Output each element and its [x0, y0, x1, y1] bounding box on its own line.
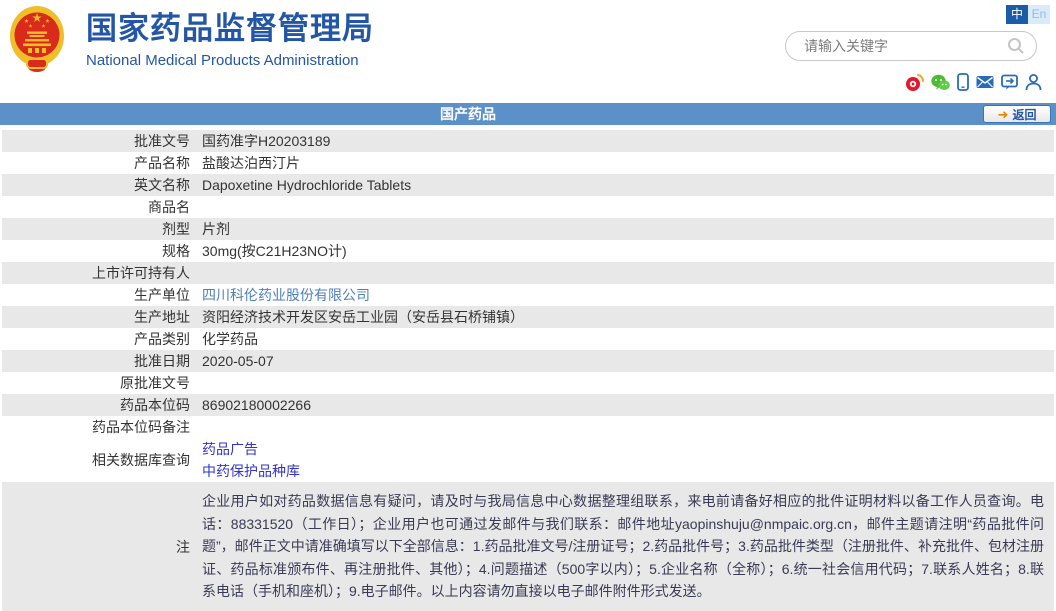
table-row: 商品名 [2, 196, 1054, 218]
search-box[interactable] [785, 31, 1037, 61]
row-label: 商品名 [2, 196, 202, 218]
title-block: 国家药品监督管理局 National Medical Products Admi… [86, 10, 374, 69]
weibo-icon[interactable] [905, 73, 924, 91]
row-label: 生产地址 [2, 306, 202, 328]
row-value: 盐酸达泊西汀片 [202, 152, 1054, 174]
row-label: 药品本位码 [2, 394, 202, 416]
table-row: 生产单位 四川科伦药业股份有限公司 [2, 284, 1054, 306]
back-arrow-icon: ➜ [998, 108, 1009, 121]
lang-chinese-button[interactable]: 中 [1006, 5, 1028, 24]
row-label: 剂型 [2, 218, 202, 240]
site-subtitle: National Medical Products Administration [86, 52, 374, 69]
row-value: 资阳经济技术开发区安岳工业园（安岳县石桥铺镇） [202, 306, 1054, 328]
back-button-label: 返回 [1012, 106, 1036, 123]
social-icon-row [905, 73, 1042, 91]
message-icon[interactable] [1001, 74, 1018, 91]
section-banner: 国产药品 ➜ 返回 [0, 103, 1056, 125]
row-value [202, 262, 1054, 284]
table-row: 英文名称 Dapoxetine Hydrochloride Tablets [2, 174, 1054, 196]
row-value: 30mg(按C21H23NO计) [202, 240, 1054, 262]
row-value: 国药准字H20203189 [202, 130, 1054, 152]
row-label: 批准日期 [2, 350, 202, 372]
related-databases-row: 相关数据库查询 药品广告 中药保护品种库 [2, 438, 1054, 482]
search-input[interactable] [802, 37, 1006, 55]
table-row: 上市许可持有人 [2, 262, 1054, 284]
table-row: 批准文号 国药准字H20203189 [2, 130, 1054, 152]
note-row: 注 企业用户如对药品数据信息有疑问，请及时与我局信息中心数据整理组联系，来电前请… [2, 482, 1054, 611]
row-value: 2020-05-07 [202, 350, 1054, 372]
user-icon[interactable] [1025, 73, 1042, 91]
row-label: 相关数据库查询 [2, 438, 202, 482]
note-text: 企业用户如对药品数据信息有疑问，请及时与我局信息中心数据整理组联系，来电前请备好… [202, 487, 1054, 606]
row-label: 产品名称 [2, 152, 202, 174]
drug-info-table: 批准文号 国药准字H20203189 产品名称 盐酸达泊西汀片 英文名称 Dap… [2, 130, 1054, 611]
table-row: 生产地址 资阳经济技术开发区安岳工业园（安岳县石桥铺镇） [2, 306, 1054, 328]
site-header: 国家药品监督管理局 National Medical Products Admi… [0, 0, 1056, 103]
table-row: 药品本位码 86902180002266 [2, 394, 1054, 416]
table-row: 剂型 片剂 [2, 218, 1054, 240]
row-value [202, 372, 1054, 394]
row-value [202, 196, 1054, 218]
language-toggle: 中 En [1006, 5, 1050, 24]
back-button[interactable]: ➜ 返回 [983, 105, 1051, 123]
drug-ad-database-link[interactable]: 药品广告 [202, 438, 1054, 460]
row-value: Dapoxetine Hydrochloride Tablets [202, 174, 1054, 196]
table-row: 原批准文号 [2, 372, 1054, 394]
wechat-icon[interactable] [931, 74, 950, 91]
section-title: 国产药品 [0, 103, 936, 125]
email-icon[interactable] [976, 75, 994, 89]
row-label: 生产单位 [2, 284, 202, 306]
manufacturer-link[interactable]: 四川科伦药业股份有限公司 [202, 284, 1054, 306]
table-row: 产品类别 化学药品 [2, 328, 1054, 350]
lang-english-button[interactable]: En [1028, 5, 1050, 24]
row-value [202, 416, 1054, 438]
row-label: 规格 [2, 240, 202, 262]
row-label: 药品本位码备注 [2, 416, 202, 438]
table-row: 产品名称 盐酸达泊西汀片 [2, 152, 1054, 174]
row-label: 产品类别 [2, 328, 202, 350]
table-row: 批准日期 2020-05-07 [2, 350, 1054, 372]
tcm-protection-database-link[interactable]: 中药保护品种库 [202, 460, 1054, 482]
table-row: 规格 30mg(按C21H23NO计) [2, 240, 1054, 262]
row-value: 化学药品 [202, 328, 1054, 350]
national-emblem-logo [8, 5, 66, 73]
row-value: 片剂 [202, 218, 1054, 240]
table-row: 药品本位码备注 [2, 416, 1054, 438]
row-label: 英文名称 [2, 174, 202, 196]
site-title: 国家药品监督管理局 [86, 10, 374, 48]
row-label: 原批准文号 [2, 372, 202, 394]
row-label: 上市许可持有人 [2, 262, 202, 284]
mobile-icon[interactable] [957, 73, 969, 91]
search-icon[interactable] [1006, 36, 1026, 56]
note-label: 注 [2, 482, 202, 611]
row-value: 86902180002266 [202, 394, 1054, 416]
row-label: 批准文号 [2, 130, 202, 152]
